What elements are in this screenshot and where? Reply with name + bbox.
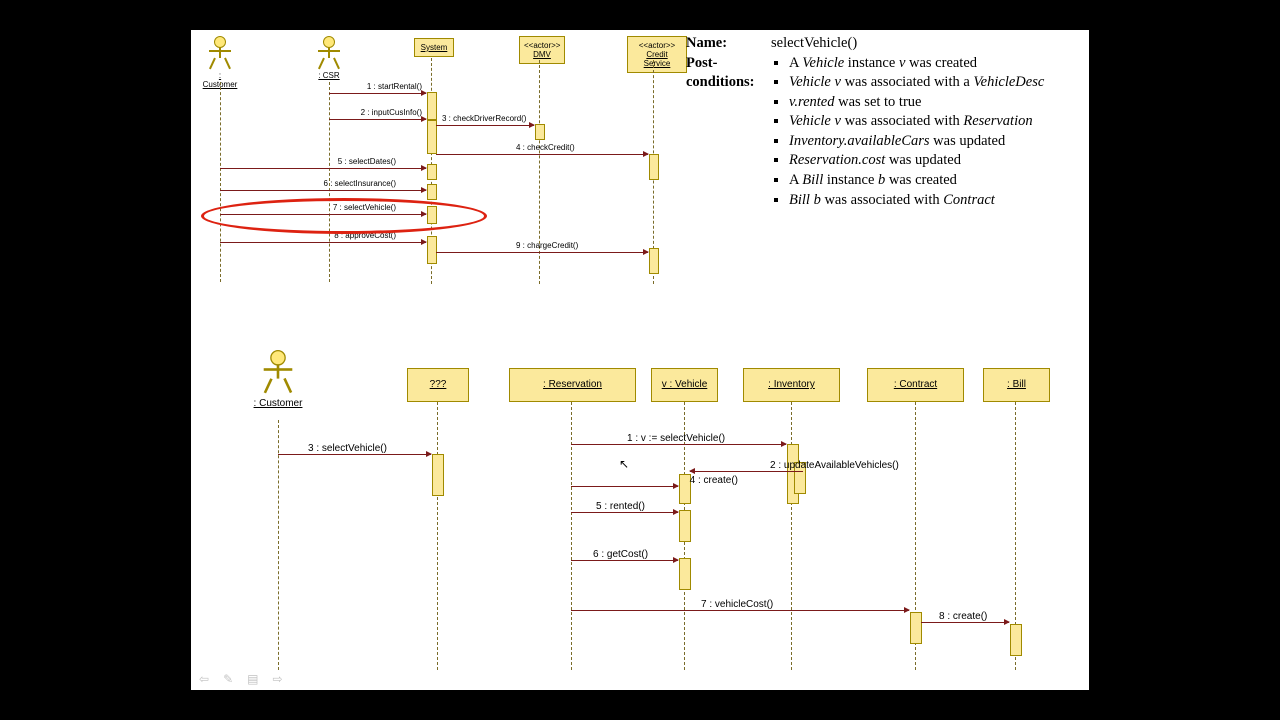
actor-customer-2: : Customer	[253, 350, 303, 409]
slide: : Customer : CSR System <<actor>> DMV <<…	[191, 30, 1089, 690]
msg-3: 3 : checkDriverRecord()	[436, 125, 534, 126]
participant-credit: <<actor>> Credit Service	[627, 36, 687, 73]
activation	[679, 510, 691, 542]
activation	[1010, 624, 1022, 656]
lifeline	[220, 82, 221, 282]
slide-controls[interactable]: ⇦ ✎ ▤ ⇨	[199, 672, 283, 686]
activation	[427, 184, 437, 200]
activation	[427, 236, 437, 264]
participant-system: System	[414, 38, 454, 57]
participant-bill: : Bill	[983, 368, 1050, 402]
msg-2: 2 : inputCusInfo()	[329, 119, 426, 120]
participant-unknown: ???	[407, 368, 469, 402]
spec-postconditions: A Vehicle instance v was created Vehicle…	[771, 54, 1044, 211]
bmsg-6: 6 : getCost()	[571, 560, 678, 561]
msg-5: 5 : selectDates()	[220, 168, 426, 169]
menu-icon[interactable]: ▤	[247, 672, 258, 686]
activation	[432, 454, 444, 496]
bmsg-3: 3 : selectVehicle()	[278, 454, 431, 455]
activation	[535, 124, 545, 140]
spec-name-value: selectVehicle()	[771, 34, 857, 54]
msg-9: 9 : chargeCredit()	[436, 252, 648, 253]
bmsg-4: 4 : create()	[571, 486, 678, 487]
msg-8: 8 : approveCost()	[220, 242, 426, 243]
lifeline	[278, 420, 279, 670]
bmsg-7: 7 : vehicleCost()	[571, 610, 909, 611]
lifeline	[539, 60, 540, 284]
msg-1: 1 : startRental()	[329, 93, 426, 94]
participant-dmv: <<actor>> DMV	[519, 36, 565, 64]
activation	[649, 154, 659, 180]
bmsg-2: 2 : updateAvailableVehicles()	[690, 471, 803, 472]
activation	[649, 248, 659, 274]
bmsg-1: 1 : v := selectVehicle()	[571, 444, 786, 445]
activation	[427, 92, 437, 120]
pen-icon[interactable]: ✎	[223, 672, 233, 686]
spec-name-label: Name:	[686, 35, 727, 51]
activation	[427, 164, 437, 180]
msg-4: 4 : checkCredit()	[436, 154, 648, 155]
cursor-icon: ↖	[619, 457, 629, 471]
lifeline	[437, 402, 438, 670]
msg-6: 6 : selectInsurance()	[220, 190, 426, 191]
actor-csr-label: : CSR	[311, 71, 347, 80]
highlight-ellipse	[201, 198, 487, 234]
bmsg-5: 5 : rented()	[571, 512, 678, 513]
activation	[679, 558, 691, 590]
actor-csr: : CSR	[311, 36, 347, 80]
activation	[910, 612, 922, 644]
lifeline	[791, 402, 792, 670]
spec-post-label: Post-conditions:	[686, 55, 755, 91]
prev-icon[interactable]: ⇦	[199, 672, 209, 686]
participant-reservation: : Reservation	[509, 368, 636, 402]
participant-vehicle: v : Vehicle	[651, 368, 718, 402]
bmsg-8: 8 : create()	[921, 622, 1009, 623]
next-icon[interactable]: ⇨	[272, 672, 282, 686]
participant-contract: : Contract	[867, 368, 964, 402]
participant-inventory: : Inventory	[743, 368, 840, 402]
actor-customer-2-label: : Customer	[253, 398, 303, 409]
lifeline	[571, 402, 572, 670]
spec-panel: Name: selectVehicle() Post-conditions: A…	[686, 34, 1086, 210]
